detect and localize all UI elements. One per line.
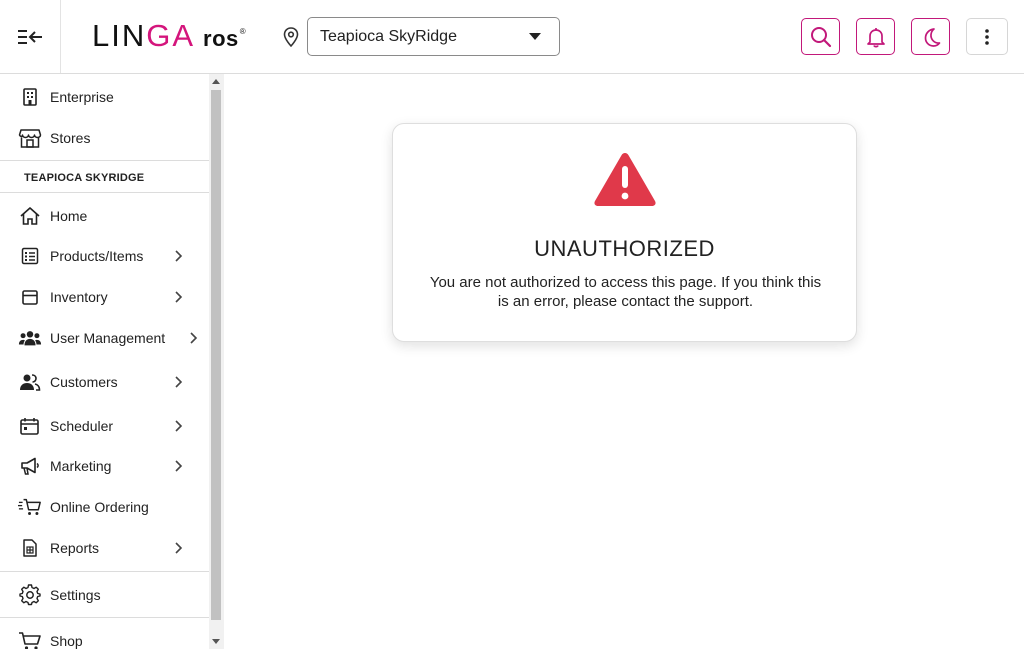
moon-icon	[924, 27, 940, 47]
sidebar: Enterprise Stores TEAPIOCA SKYRIDGE Home…	[0, 74, 224, 649]
sidebar-item-label: Online Ordering	[50, 499, 149, 515]
store-icon	[18, 126, 42, 150]
sidebar-item-shop[interactable]: Shop	[0, 623, 209, 649]
bell-icon	[866, 27, 885, 47]
divider	[0, 617, 209, 618]
sidebar-item-label: Settings	[50, 587, 101, 603]
sidebar-item-inventory[interactable]: Inventory	[0, 279, 209, 315]
store-selector[interactable]: Teapioca SkyRidge	[307, 17, 560, 56]
chevron-right-icon	[175, 420, 183, 432]
scrollbar-thumb[interactable]	[211, 90, 221, 620]
notifications-button[interactable]	[856, 18, 895, 55]
top-header: LINGA ros ® Teapioca SkyRidge	[0, 0, 1024, 74]
sidebar-item-label: Marketing	[50, 458, 112, 474]
sidebar-item-label: Customers	[50, 374, 118, 390]
home-icon	[18, 204, 42, 228]
users-icon	[18, 326, 42, 350]
more-vertical-icon	[985, 28, 989, 45]
cart-icon	[18, 495, 42, 519]
chevron-right-icon	[175, 542, 183, 554]
list-icon	[18, 244, 42, 268]
store-section-title: TEAPIOCA SKYRIDGE	[24, 172, 145, 184]
sidebar-item-label: User Management	[50, 330, 166, 346]
sidebar-item-reports[interactable]: Reports	[0, 530, 209, 566]
sidebar-item-online-ordering[interactable]: Online Ordering	[0, 489, 209, 525]
scroll-down-arrow-icon[interactable]	[212, 639, 220, 644]
dark-mode-button[interactable]	[911, 18, 950, 55]
more-options-button[interactable]	[966, 18, 1008, 55]
chevron-down-icon	[529, 33, 541, 40]
chevron-right-icon	[190, 332, 198, 344]
box-icon	[18, 285, 42, 309]
divider	[0, 160, 209, 161]
warning-icon	[594, 153, 656, 206]
sidebar-item-label: Reports	[50, 540, 100, 556]
sidebar-item-label: Enterprise	[50, 89, 114, 105]
divider	[0, 571, 209, 572]
sidebar-item-settings[interactable]: Settings	[0, 577, 209, 613]
sidebar-item-scheduler[interactable]: Scheduler	[0, 408, 209, 444]
scroll-up-arrow-icon[interactable]	[212, 79, 220, 84]
customers-icon	[18, 370, 42, 394]
sidebar-scrollbar[interactable]	[209, 74, 224, 649]
store-selector-value: Teapioca SkyRidge	[320, 27, 457, 45]
search-button[interactable]	[801, 18, 840, 55]
sidebar-item-products[interactable]: Products/Items	[0, 238, 209, 274]
linga-logo: LINGA ros ®	[92, 18, 246, 53]
collapse-menu-icon	[18, 29, 42, 44]
divider	[0, 192, 209, 193]
sidebar-item-label: Products/Items	[50, 248, 144, 264]
megaphone-icon	[18, 454, 42, 478]
sidebar-item-label: Shop	[50, 633, 83, 649]
chevron-right-icon	[175, 291, 183, 303]
sidebar-item-home[interactable]: Home	[0, 198, 209, 234]
search-icon	[810, 26, 831, 47]
sidebar-item-marketing[interactable]: Marketing	[0, 448, 209, 484]
unauthorized-card: UNAUTHORIZED You are not authorized to a…	[392, 123, 857, 342]
sidebar-item-label: Stores	[50, 130, 91, 146]
chevron-right-icon	[175, 460, 183, 472]
calendar-icon	[18, 414, 42, 438]
collapse-menu-button[interactable]	[0, 0, 61, 73]
sidebar-item-label: Inventory	[50, 289, 108, 305]
chevron-right-icon	[175, 250, 183, 262]
sidebar-item-label: Home	[50, 208, 88, 224]
report-icon	[18, 536, 42, 560]
sidebar-item-stores[interactable]: Stores	[0, 120, 209, 156]
gear-icon	[18, 583, 42, 607]
sidebar-item-user-management[interactable]: User Management	[0, 320, 209, 356]
building-icon	[18, 85, 42, 109]
sidebar-item-enterprise[interactable]: Enterprise	[0, 79, 209, 115]
chevron-right-icon	[175, 376, 183, 388]
error-title: UNAUTHORIZED	[534, 236, 715, 261]
error-message: You are not authorized to access this pa…	[429, 274, 822, 310]
location-pin-icon	[283, 27, 299, 48]
sidebar-item-label: Scheduler	[50, 418, 114, 434]
shop-cart-icon	[18, 629, 42, 649]
sidebar-item-customers[interactable]: Customers	[0, 364, 209, 400]
